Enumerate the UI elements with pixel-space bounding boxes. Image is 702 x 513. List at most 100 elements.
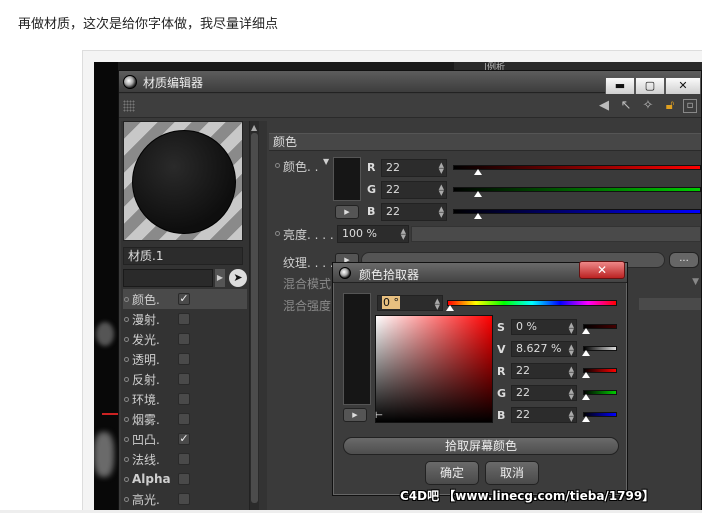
brightness-input[interactable]: 100 % ▲ ▼ — [337, 225, 409, 243]
channel-item-normal[interactable]: 法线. — [123, 449, 247, 469]
brightness-spinner-icon[interactable]: ▲ ▼ — [401, 228, 406, 241]
color-picker-toggle-button[interactable]: ▶ — [335, 205, 359, 219]
channel-item-specular[interactable]: 高光. — [123, 489, 247, 509]
blend-strength-label: 混合强度 — [283, 299, 332, 313]
close-button[interactable]: ✕ — [665, 77, 701, 95]
s-input[interactable]: 0 % ▲ ▼ — [511, 319, 577, 335]
b-spinner-icon[interactable]: ▲ ▼ — [569, 410, 574, 423]
close-button[interactable]: ✕ — [579, 261, 625, 279]
s-label: S — [497, 321, 505, 334]
saturation-value-square[interactable] — [375, 315, 493, 423]
channel-checkbox[interactable] — [178, 413, 190, 425]
picker-mode-button[interactable]: ▶ — [343, 408, 367, 422]
channel-checkbox[interactable] — [178, 493, 190, 505]
b-input[interactable]: 22 ▲ ▼ — [381, 203, 447, 221]
r-spinner-icon[interactable]: ▲ ▼ — [439, 162, 444, 175]
b-slider[interactable] — [453, 209, 701, 219]
channel-checkbox[interactable] — [178, 373, 190, 385]
window-controls: ▬ ▢ ✕ — [605, 77, 701, 95]
channel-checkbox[interactable]: ✓ — [178, 433, 190, 445]
r-input[interactable]: 22 ▲ ▼ — [381, 159, 447, 177]
r-slider[interactable] — [582, 368, 617, 378]
v-label: V — [497, 343, 506, 356]
brightness-anim-dot[interactable] — [275, 231, 280, 236]
channel-checkbox[interactable] — [178, 453, 190, 465]
scrollbar-thumb[interactable] — [251, 133, 258, 503]
g-input[interactable]: 22 ▲ ▼ — [511, 385, 577, 401]
channel-checkbox[interactable] — [178, 393, 190, 405]
section-header-color: 颜色 — [269, 133, 701, 151]
channel-checkbox[interactable] — [178, 313, 190, 325]
channel-item-alpha[interactable]: Alpha — [123, 469, 247, 489]
left-panel-scrollbar[interactable]: ▲ — [249, 121, 259, 512]
material-name-field[interactable]: 材质.1 — [123, 247, 243, 265]
ok-button[interactable]: 确定 — [425, 461, 479, 485]
v-spinner-icon[interactable]: ▲ ▼ — [569, 344, 574, 357]
channel-label: Alpha — [132, 472, 171, 486]
b-input[interactable]: 22 ▲ ▼ — [511, 407, 577, 423]
material-editor-titlebar[interactable]: 材质编辑器 ▬ ▢ ✕ — [119, 71, 701, 95]
channel-item-reflection[interactable]: 反射. — [123, 369, 247, 389]
s-slider[interactable] — [582, 324, 617, 334]
channel-item-color[interactable]: 颜色. ✓ — [123, 289, 247, 309]
blend-mode-dropdown-icon[interactable]: ▼ — [669, 277, 699, 291]
g-slider[interactable] — [582, 390, 617, 400]
s-spinner-icon[interactable]: ▲ ▼ — [569, 322, 574, 335]
channel-item-diffuse[interactable]: 漫射. — [123, 309, 247, 329]
g-label: G — [367, 183, 377, 196]
color-anim-dot[interactable] — [275, 163, 280, 168]
cancel-button[interactable]: 取消 — [485, 461, 539, 485]
blend-strength-slider[interactable] — [639, 298, 701, 310]
color-swatch[interactable] — [333, 157, 361, 201]
sparkle-icon[interactable]: ✧ — [639, 97, 657, 115]
b-slider[interactable] — [582, 412, 617, 422]
g-spinner-icon[interactable]: ▲ ▼ — [439, 184, 444, 197]
lock-icon[interactable]: 🔓︎ — [661, 97, 679, 115]
brightness-slider[interactable] — [411, 226, 701, 242]
color-picker-titlebar[interactable]: 颜色拾取器 ✕ — [333, 261, 627, 283]
g-spinner-icon[interactable]: ▲ ▼ — [569, 388, 574, 401]
texture-label: 纹理. . . . — [283, 256, 334, 270]
dialog-title: 颜色拾取器 — [359, 268, 420, 282]
r-spinner-icon[interactable]: ▲ ▼ — [569, 366, 574, 379]
sv-crosshair-icon[interactable]: ⊢ — [375, 411, 383, 421]
color-picker-dialog: 颜色拾取器 ✕ ▶ 0 ° ▲ ▼ ⊢ S 0 % ▲ ▼ V 8.627 % ▲ ▼ R … — [332, 261, 628, 496]
channel-list: 颜色. ✓ 漫射. 发光. 透明. 反射. 环境. 烟雾. 凹凸. ✓ 法线. Al… — [123, 289, 247, 509]
back-arrow-icon[interactable]: ◀ — [595, 97, 613, 115]
g-input[interactable]: 22 ▲ ▼ — [381, 181, 447, 199]
r-slider[interactable] — [453, 165, 701, 175]
g-slider[interactable] — [453, 187, 701, 197]
b-spinner-icon[interactable]: ▲ ▼ — [439, 206, 444, 219]
scroll-up-icon[interactable]: ▲ — [251, 123, 257, 132]
material-preview[interactable] — [123, 121, 243, 241]
channel-label: 颜色. — [132, 292, 160, 307]
channel-checkbox[interactable]: ✓ — [178, 293, 190, 305]
filter-arrow-icon[interactable]: ▶ — [215, 269, 225, 287]
channel-checkbox[interactable] — [178, 473, 190, 485]
hue-input[interactable]: 0 ° ▲ ▼ — [377, 295, 443, 311]
channel-item-environment[interactable]: 环境. — [123, 389, 247, 409]
channel-checkbox[interactable] — [178, 353, 190, 365]
channel-item-luminance[interactable]: 发光. — [123, 329, 247, 349]
minimize-button[interactable]: ▬ — [605, 77, 635, 95]
maximize-button[interactable]: ▢ — [635, 77, 665, 95]
cursor-icon[interactable]: ↖ — [617, 97, 635, 115]
pointer-icon[interactable]: ➤ — [229, 269, 247, 287]
channel-item-fog[interactable]: 烟雾. — [123, 409, 247, 429]
channel-item-transparency[interactable]: 透明. — [123, 349, 247, 369]
texture-more-button[interactable]: ... — [669, 252, 699, 268]
channel-checkbox[interactable] — [178, 333, 190, 345]
channel-filter-input[interactable] — [123, 269, 213, 287]
channel-item-bump[interactable]: 凹凸. ✓ — [123, 429, 247, 449]
v-slider[interactable] — [582, 346, 617, 356]
v-input[interactable]: 8.627 % ▲ ▼ — [511, 341, 577, 357]
grip-icon[interactable] — [123, 100, 135, 112]
r-input[interactable]: 22 ▲ ▼ — [511, 363, 577, 379]
frame-icon[interactable]: ▫ — [683, 99, 697, 113]
g-label: G — [497, 387, 507, 400]
color-expand-icon[interactable]: ▼ — [323, 157, 329, 166]
watermark-text: C4D吧 【www.linecg.com/tieba/1799】 — [400, 489, 655, 503]
pick-screen-color-button[interactable]: 拾取屏幕颜色 — [343, 437, 619, 455]
hue-slider[interactable] — [446, 300, 617, 311]
hue-spinner-icon[interactable]: ▲ ▼ — [435, 298, 440, 311]
